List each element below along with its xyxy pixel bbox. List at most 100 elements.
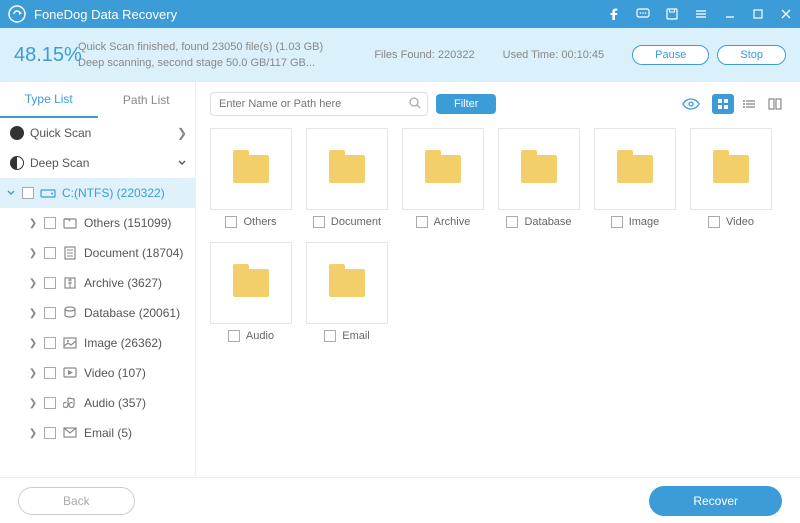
folder-card[interactable]: Email bbox=[306, 242, 388, 342]
tab-path-list[interactable]: Path List bbox=[98, 82, 196, 118]
checkbox[interactable] bbox=[506, 216, 518, 228]
folder-label: Video bbox=[726, 216, 754, 228]
close-icon[interactable] bbox=[780, 8, 792, 20]
app-title: FoneDog Data Recovery bbox=[34, 7, 608, 22]
tree-deep-scan[interactable]: Deep Scan bbox=[0, 148, 195, 178]
tab-type-list[interactable]: Type List bbox=[0, 82, 98, 118]
facebook-icon[interactable] bbox=[608, 8, 620, 20]
type-icon bbox=[62, 426, 78, 440]
folder-card[interactable]: Database bbox=[498, 128, 580, 228]
checkbox[interactable] bbox=[228, 330, 240, 342]
checkbox[interactable] bbox=[324, 330, 336, 342]
folder-card[interactable]: Others bbox=[210, 128, 292, 228]
tree-item[interactable]: ❯ Email (5) bbox=[0, 418, 195, 448]
view-detail-icon[interactable] bbox=[764, 94, 786, 114]
folder-card[interactable]: Image bbox=[594, 128, 676, 228]
feedback-icon[interactable] bbox=[636, 8, 650, 20]
folder-card[interactable]: Video bbox=[690, 128, 772, 228]
folder-card[interactable]: Document bbox=[306, 128, 388, 228]
recover-button[interactable]: Recover bbox=[649, 486, 782, 516]
folder-icon bbox=[617, 155, 653, 183]
content: Filter Others Document Archive Database Imag… bbox=[196, 82, 800, 477]
folder-icon bbox=[233, 155, 269, 183]
chevron-right-icon: ❯ bbox=[28, 338, 38, 349]
save-icon[interactable] bbox=[666, 8, 678, 20]
checkbox[interactable] bbox=[44, 397, 56, 409]
chevron-right-icon: ❯ bbox=[28, 428, 38, 439]
chevron-right-icon: ❯ bbox=[28, 218, 38, 229]
view-list-icon[interactable] bbox=[738, 94, 760, 114]
tree-item[interactable]: ❯Others (151099) bbox=[0, 208, 195, 238]
tree-item[interactable]: ❯Database (20061) bbox=[0, 298, 195, 328]
folder-grid: Others Document Archive Database Image Video A… bbox=[210, 128, 786, 342]
checkbox[interactable] bbox=[44, 217, 56, 229]
checkbox[interactable] bbox=[22, 187, 34, 199]
minimize-icon[interactable] bbox=[724, 8, 736, 20]
tree-item[interactable]: ❯ Document (18704) bbox=[0, 238, 195, 268]
used-time: Used Time: 00:10:45 bbox=[503, 49, 605, 61]
tree-item-label: Database (20061) bbox=[84, 306, 187, 320]
view-grid-icon[interactable] bbox=[712, 94, 734, 114]
type-icon bbox=[62, 396, 78, 410]
checkbox[interactable] bbox=[44, 277, 56, 289]
tree-item[interactable]: ❯Audio (357) bbox=[0, 388, 195, 418]
search-wrapper bbox=[210, 92, 428, 116]
checkbox[interactable] bbox=[44, 427, 56, 439]
type-icon bbox=[62, 366, 78, 380]
tree-item-label: Document (18704) bbox=[84, 246, 187, 260]
tree-quick-scan[interactable]: Quick Scan ❯ bbox=[0, 118, 195, 148]
drive-icon bbox=[40, 187, 56, 199]
checkbox[interactable] bbox=[44, 337, 56, 349]
checkbox[interactable] bbox=[708, 216, 720, 228]
folder-label: Image bbox=[629, 216, 660, 228]
tree-item-label: Archive (3627) bbox=[84, 276, 187, 290]
folder-thumb bbox=[306, 242, 388, 324]
folder-thumb bbox=[498, 128, 580, 210]
tree-item-label: Email (5) bbox=[84, 426, 187, 440]
menu-icon[interactable] bbox=[694, 8, 708, 20]
checkbox[interactable] bbox=[313, 216, 325, 228]
chevron-right-icon: ❯ bbox=[28, 278, 38, 289]
preview-icon[interactable] bbox=[680, 94, 702, 114]
checkbox[interactable] bbox=[44, 367, 56, 379]
status-line-2: Deep scanning, second stage 50.0 GB/117 … bbox=[78, 57, 374, 69]
tree-item-label: Audio (357) bbox=[84, 396, 187, 410]
tree-item[interactable]: ❯Image (26362) bbox=[0, 328, 195, 358]
folder-label: Document bbox=[331, 216, 381, 228]
stop-button[interactable]: Stop bbox=[717, 45, 786, 65]
folder-icon bbox=[713, 155, 749, 183]
pause-button[interactable]: Pause bbox=[632, 45, 709, 65]
tree-drive[interactable]: C:(NTFS) (220322) bbox=[0, 178, 195, 208]
checkbox[interactable] bbox=[611, 216, 623, 228]
search-input[interactable] bbox=[210, 92, 428, 116]
back-button[interactable]: Back bbox=[18, 487, 135, 515]
folder-card[interactable]: Archive bbox=[402, 128, 484, 228]
type-icon bbox=[62, 336, 78, 350]
checkbox[interactable] bbox=[225, 216, 237, 228]
folder-card[interactable]: Audio bbox=[210, 242, 292, 342]
folder-label: Archive bbox=[434, 216, 471, 228]
chevron-right-icon: ❯ bbox=[28, 248, 38, 259]
folder-thumb bbox=[594, 128, 676, 210]
folder-icon bbox=[329, 155, 365, 183]
chevron-right-icon: ❯ bbox=[177, 126, 187, 140]
checkbox[interactable] bbox=[44, 247, 56, 259]
sidebar: Type List Path List Quick Scan ❯ Deep Sc… bbox=[0, 82, 196, 477]
scan-percent: 48.15% bbox=[14, 44, 78, 67]
checkbox[interactable] bbox=[44, 307, 56, 319]
type-icon bbox=[62, 276, 78, 290]
titlebar: FoneDog Data Recovery bbox=[0, 0, 800, 28]
footer: Back Recover bbox=[0, 477, 800, 523]
bullet-icon bbox=[10, 126, 24, 140]
checkbox[interactable] bbox=[416, 216, 428, 228]
tree-item[interactable]: ❯Video (107) bbox=[0, 358, 195, 388]
filter-button[interactable]: Filter bbox=[436, 94, 496, 114]
folder-label: Audio bbox=[246, 330, 274, 342]
folder-thumb bbox=[306, 128, 388, 210]
status-line-1: Quick Scan finished, found 23050 file(s)… bbox=[78, 41, 374, 53]
maximize-icon[interactable] bbox=[752, 8, 764, 20]
folder-thumb bbox=[690, 128, 772, 210]
tree-item-label: Video (107) bbox=[84, 366, 187, 380]
type-icon bbox=[62, 246, 78, 260]
tree-item[interactable]: ❯ Archive (3627) bbox=[0, 268, 195, 298]
